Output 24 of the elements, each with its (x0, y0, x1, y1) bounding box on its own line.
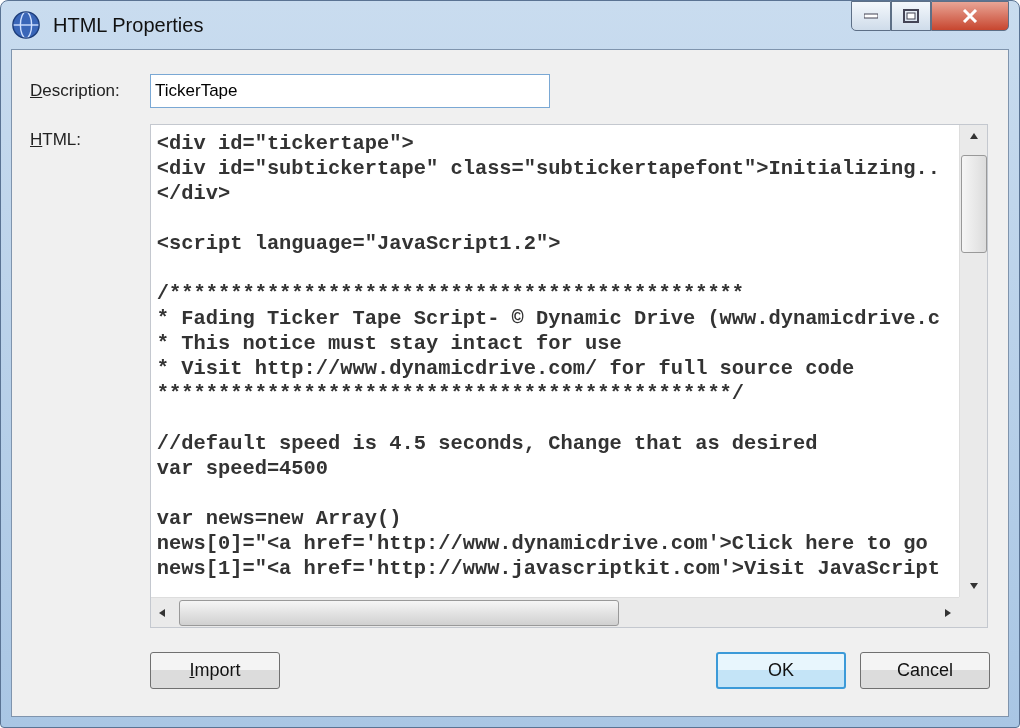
dialog-button[interactable]: Import (150, 652, 280, 689)
right-arrow-icon[interactable] (945, 608, 951, 617)
scroll-thumb[interactable] (960, 155, 987, 253)
close-button[interactable] (931, 1, 1009, 31)
vertical-scrollbar[interactable] (959, 125, 987, 597)
description-label: Description: (30, 81, 121, 101)
html-editor[interactable] (149, 124, 988, 628)
left-arrow-icon[interactable] (158, 608, 165, 617)
horizontal-scrollbar[interactable] (150, 597, 959, 627)
window-title: HTML Properties (53, 13, 204, 37)
scroll-thumb[interactable] (178, 599, 619, 626)
close-icon (962, 9, 978, 23)
minimize-icon (864, 13, 878, 19)
maximize-button[interactable] (891, 1, 931, 31)
code-text: <div id="tickertape"> <div id="subtickertape" class="subtickertapefont">Initializing.. </div> <script language="JavaScript1.2"> /*********************************************** * Fading Ticker Tape Script- © Dynamic Drive (www.dynamicdrive.c * This notice must stay intact for use * Visit http://www.dynamicdrive.com/ for full source code ***********************************************/ //default speed is 4.5 seconds, Change that as desired var speed=4500 var news=new Array() news[0]="<a href='http://www.dynamicdrive.com'>Click here to go news[1]="<a href='http://www.javascriptkit.com'>Visit JavaScript (156, 131, 941, 581)
globe-icon (11, 10, 41, 40)
maximize-icon (903, 9, 919, 23)
minimize-button[interactable] (851, 1, 891, 31)
html-label: HTML: (30, 129, 82, 150)
up-arrow-icon[interactable] (969, 133, 978, 139)
down-arrow-icon[interactable] (969, 583, 978, 589)
description-field[interactable]: TickerTape (150, 74, 550, 108)
dialog-button[interactable]: OK (716, 652, 846, 689)
dialog-button[interactable]: Cancel (860, 652, 990, 689)
